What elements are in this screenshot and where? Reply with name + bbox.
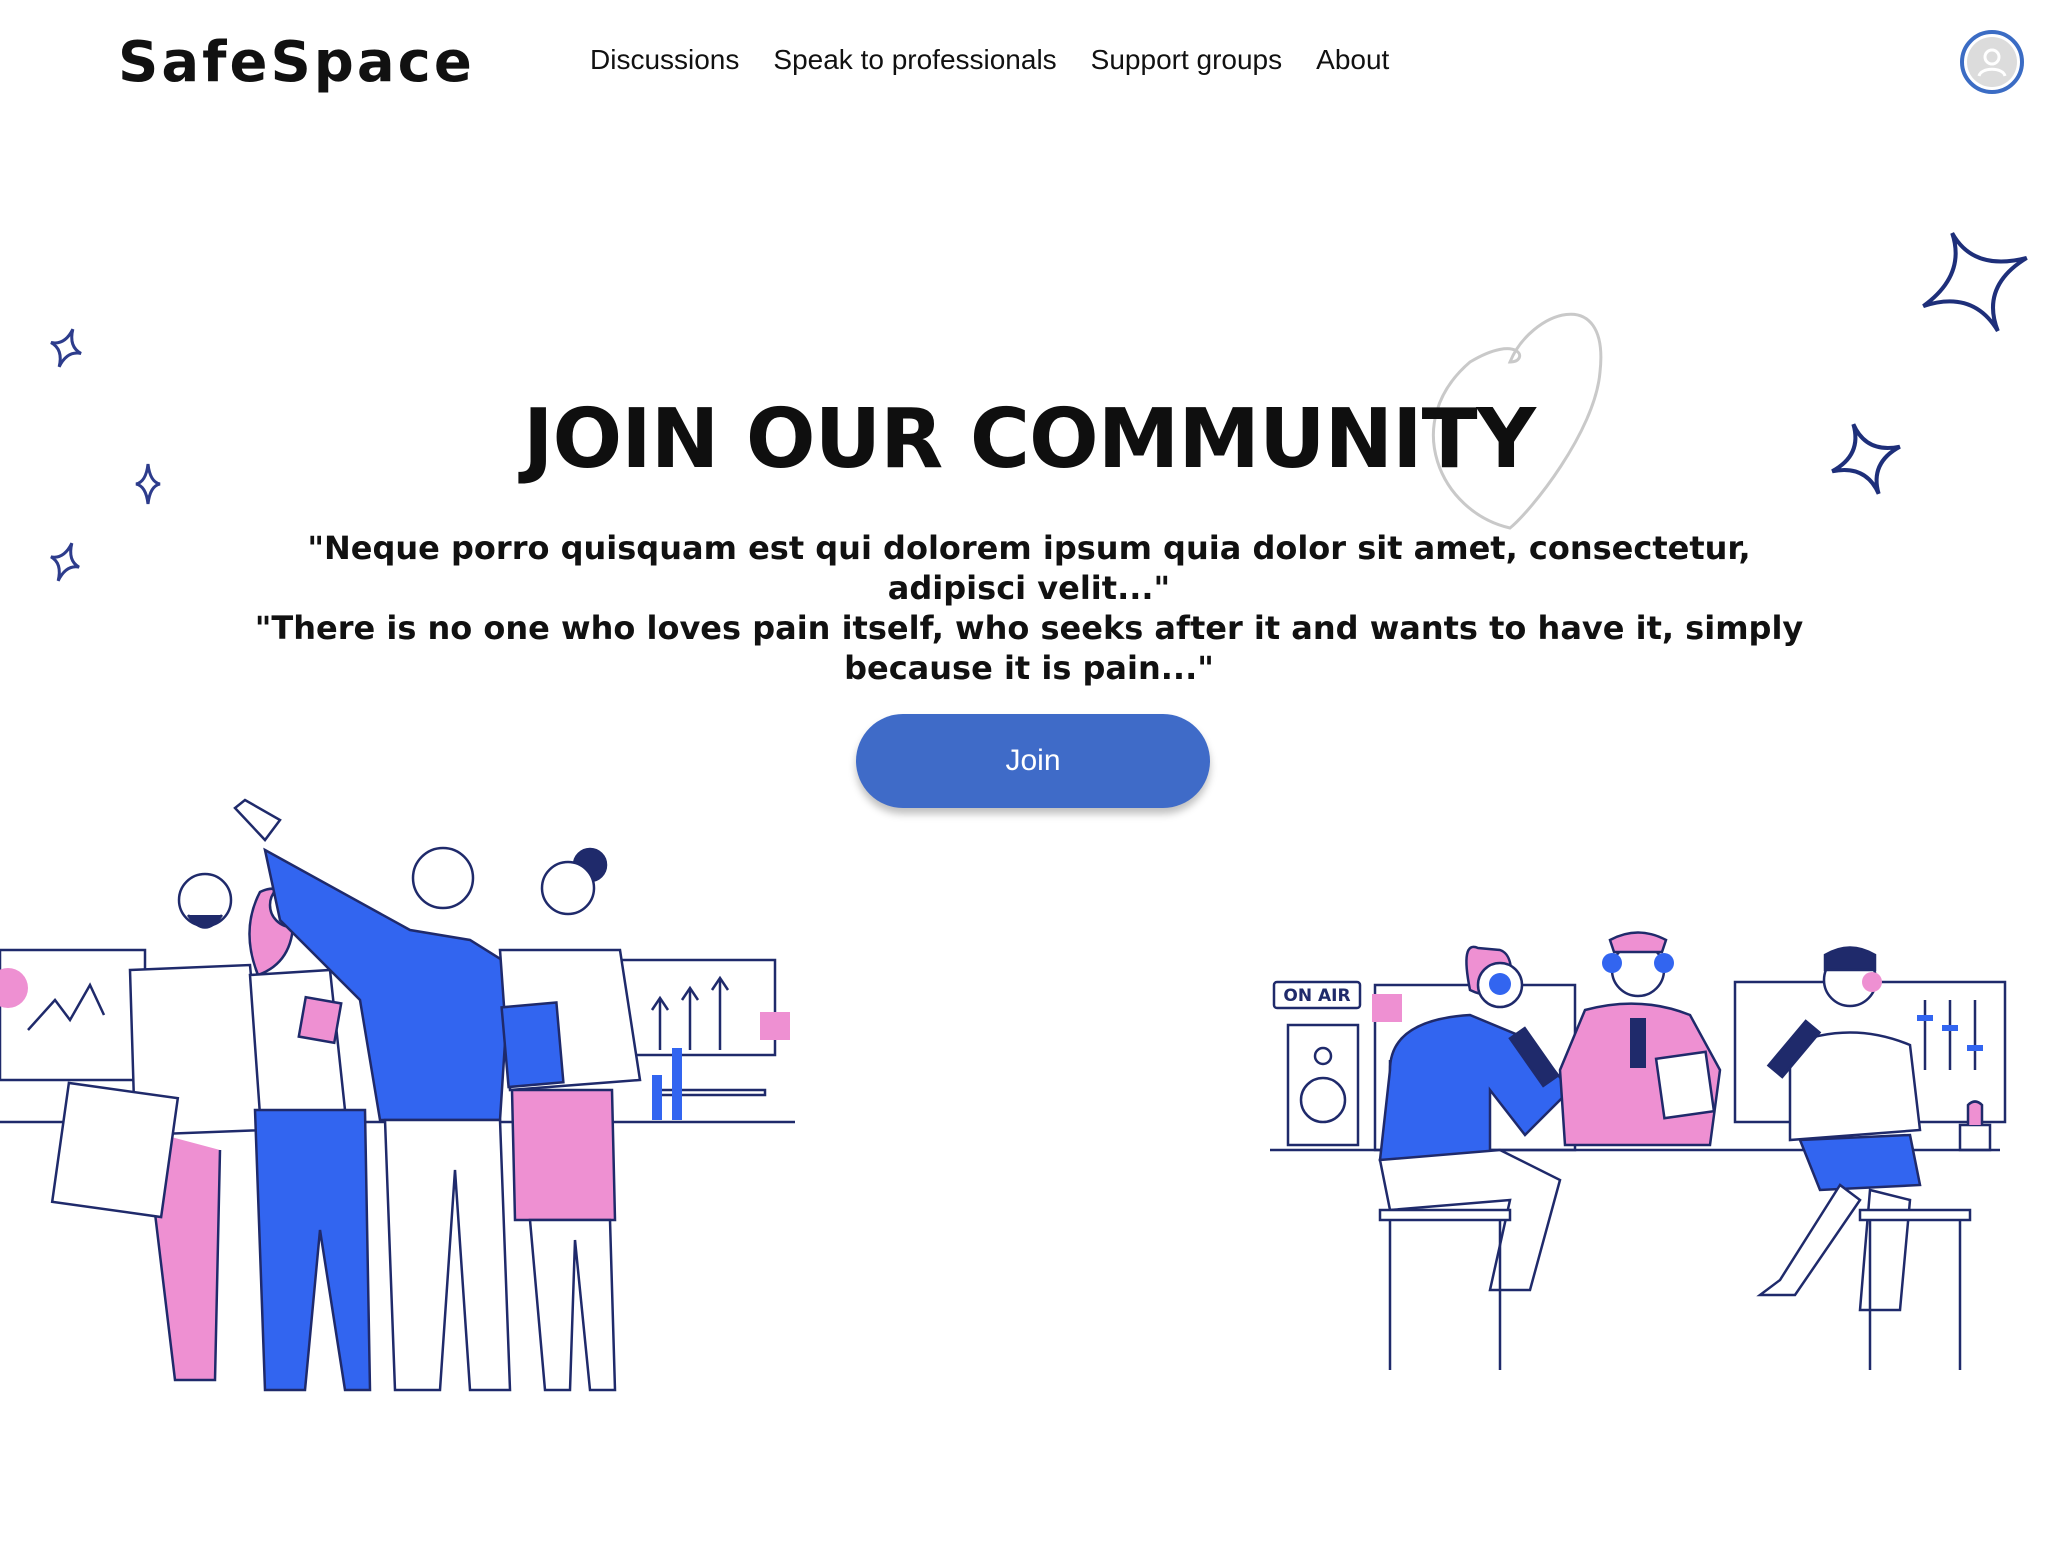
user-avatar-icon <box>1967 37 2017 87</box>
join-button[interactable]: Join <box>856 714 1210 808</box>
hero-quote: "Neque porro quisquam est qui dolorem ip… <box>240 528 1818 688</box>
sparkle-icon <box>50 542 80 582</box>
hero-title: JOIN OUR COMMUNITY <box>522 392 1536 487</box>
site-header: SafeSpace Discussions Speak to professio… <box>0 0 2058 130</box>
podcast-studio-illustration: ON AIR <box>1270 931 2007 1370</box>
nav-link-about[interactable]: About <box>1316 44 1389 76</box>
quote-line: "Neque porro quisquam est qui dolorem ip… <box>307 529 1751 607</box>
sparkle-icon <box>50 328 82 368</box>
nav-link-support-groups[interactable]: Support groups <box>1091 44 1282 76</box>
quote-line: "There is no one who loves pain itself, … <box>254 609 1804 687</box>
user-avatar-button[interactable] <box>1960 30 2024 94</box>
team-illustration <box>0 798 795 1392</box>
nav-link-speak-to-professionals[interactable]: Speak to professionals <box>773 44 1056 76</box>
main-nav: Discussions Speak to professionals Suppo… <box>590 44 1423 76</box>
site-logo[interactable]: SafeSpace <box>118 30 475 95</box>
nav-link-discussions[interactable]: Discussions <box>590 44 739 76</box>
sparkle-icon <box>1922 232 2028 332</box>
on-air-sign: ON AIR <box>1283 986 1350 1006</box>
